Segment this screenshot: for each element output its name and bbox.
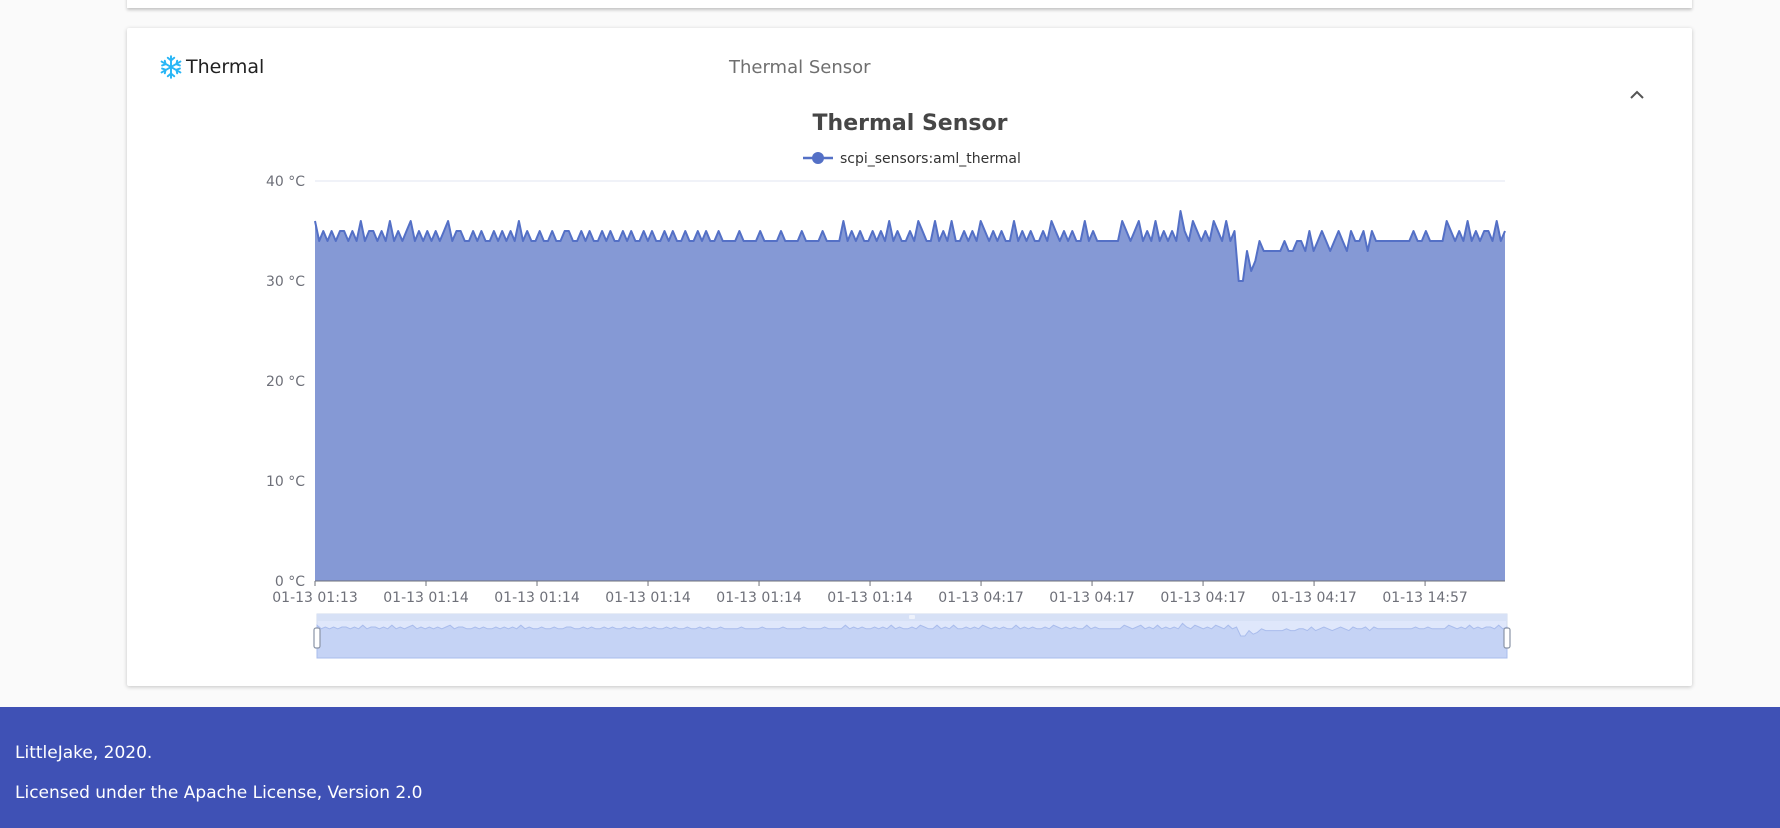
- zoom-move-handle: [909, 615, 915, 619]
- area-fill: [315, 211, 1505, 581]
- footer-license: Licensed under the Apache License, Versi…: [15, 783, 423, 803]
- data-zoom-slider[interactable]: [313, 613, 1511, 659]
- y-tick-label: 30 °C: [266, 274, 305, 290]
- thermal-panel: Thermal Thermal Sensor Thermal Sensor sc…: [127, 28, 1692, 686]
- x-tick-label: 01-13 01:14: [383, 590, 469, 606]
- x-tick-label: 01-13 01:14: [827, 590, 913, 606]
- y-tick-label: 0 °C: [275, 574, 305, 590]
- x-tick-label: 01-13 01:14: [716, 590, 802, 606]
- footer-copyright: LittleJake, 2020.: [15, 743, 153, 763]
- thermal-chart: Thermal Sensor scpi_sensors:aml_thermal …: [266, 111, 1511, 659]
- zoom-handle-right[interactable]: [1503, 627, 1511, 649]
- chart-legend[interactable]: scpi_sensors:aml_thermal: [803, 151, 1021, 167]
- zoom-handle-left[interactable]: [313, 627, 321, 649]
- zoom-preview: [316, 622, 1508, 659]
- x-tick-label: 01-13 04:17: [1049, 590, 1134, 606]
- y-tick-label: 40 °C: [266, 174, 305, 190]
- legend-label: scpi_sensors:aml_thermal: [840, 151, 1021, 167]
- x-tick-label: 01-13 01:14: [605, 590, 691, 606]
- x-tick-label: 01-13 04:17: [1160, 590, 1245, 606]
- y-tick-label: 20 °C: [266, 374, 305, 390]
- x-tick-label: 01-13 01:13: [272, 590, 357, 606]
- x-tick-label: 01-13 14:57: [1382, 590, 1467, 606]
- y-tick-label: 10 °C: [266, 474, 305, 490]
- chart-area: [314, 210, 1506, 581]
- chart-title: Thermal Sensor: [813, 111, 1008, 136]
- footer: LittleJake, 2020. Licensed under the Apa…: [0, 707, 1780, 828]
- x-tick-label: 01-13 04:17: [938, 590, 1023, 606]
- x-axis: 01-13 01:13 01-13 01:14 01-13 01:14 01-13 0…: [272, 580, 1505, 606]
- legend-marker: [812, 152, 824, 164]
- y-axis: 0 °C 10 °C 20 °C 30 °C 40 °C: [266, 174, 305, 590]
- previous-panel: [127, 0, 1692, 8]
- x-tick-label: 01-13 01:14: [494, 590, 580, 606]
- x-tick-label: 01-13 04:17: [1271, 590, 1356, 606]
